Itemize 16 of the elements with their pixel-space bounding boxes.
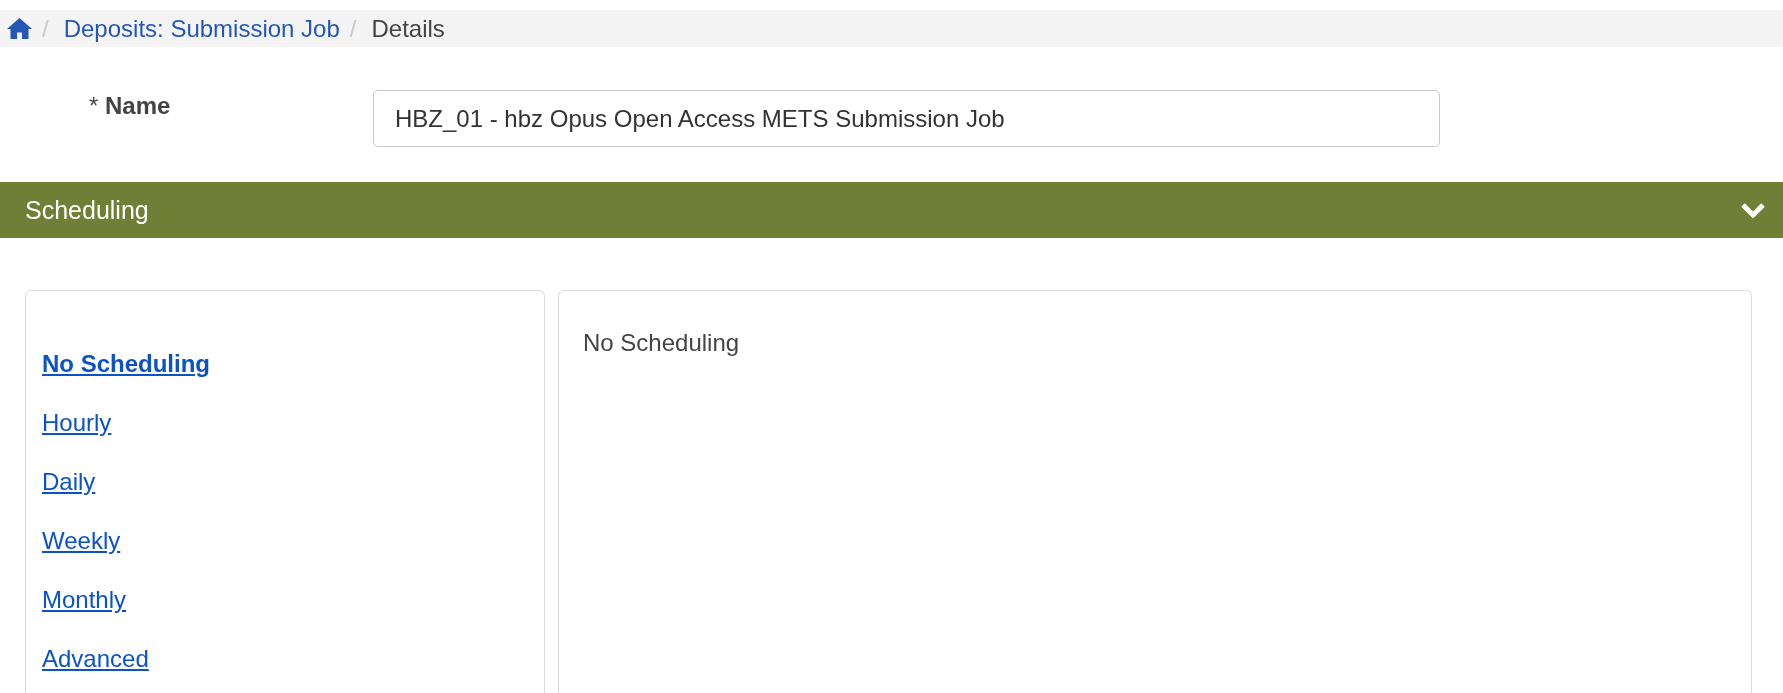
schedule-option-link[interactable]: No Scheduling	[42, 349, 210, 379]
home-icon[interactable]	[7, 18, 32, 39]
breadcrumb-separator: /	[349, 14, 357, 43]
breadcrumb-link[interactable]: Deposits: Submission Job	[63, 14, 340, 43]
breadcrumb-current: Details	[371, 14, 445, 43]
breadcrumb-separator: /	[42, 14, 49, 43]
chevron-down-icon[interactable]	[1740, 201, 1766, 219]
schedule-option-link[interactable]: Monthly	[42, 585, 127, 615]
schedule-option-link[interactable]: Hourly	[42, 408, 112, 438]
field-label: *Name	[89, 91, 172, 121]
name-input[interactable]: HBZ_01 - hbz Opus Open Access METS Submission Job	[373, 90, 1440, 147]
schedule-option-link[interactable]: Advanced	[42, 644, 149, 674]
schedule-option-link[interactable]: Weekly	[42, 526, 121, 556]
details-text: No Scheduling	[583, 328, 741, 358]
schedule-option-link[interactable]: Daily	[42, 467, 96, 497]
section-title: Scheduling	[25, 195, 149, 225]
